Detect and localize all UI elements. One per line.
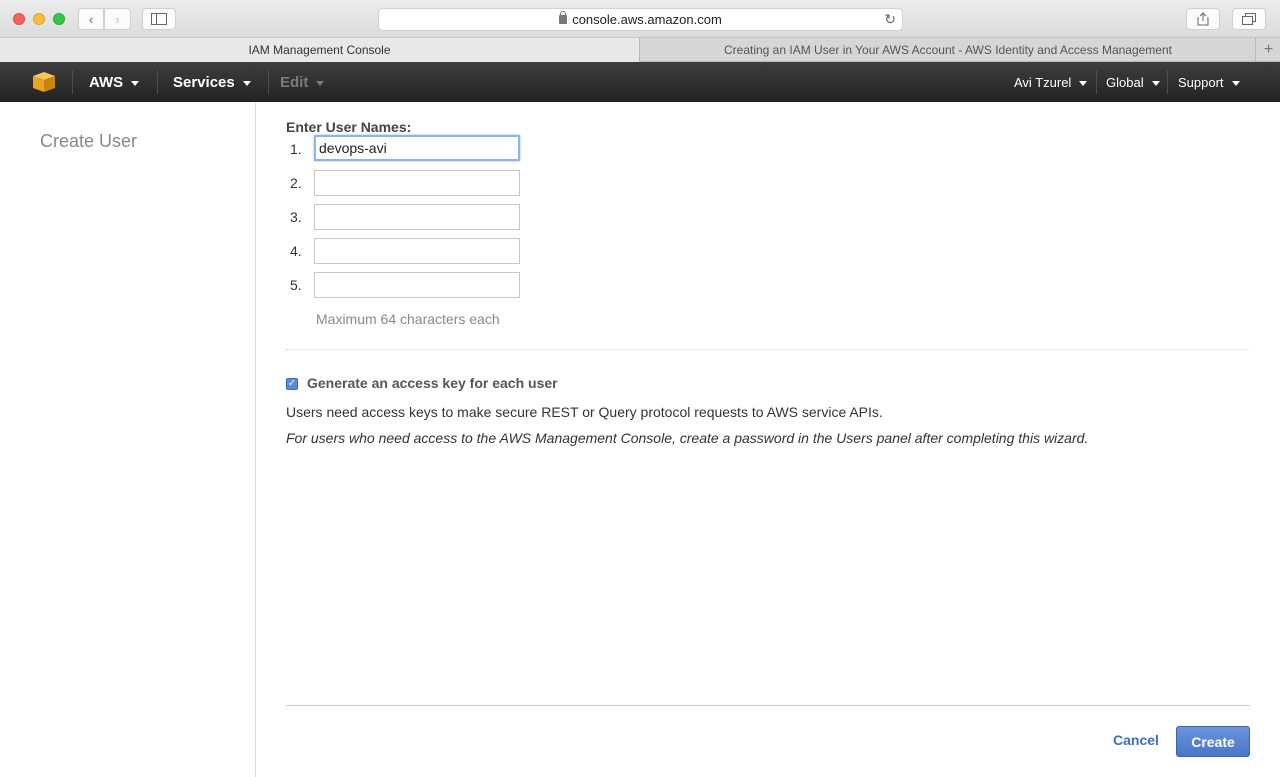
chevron-left-icon: ‹ [88,11,94,27]
cancel-button[interactable]: Cancel [1113,732,1159,748]
caret-down-icon [131,80,140,86]
console-password-note: For users who need access to the AWS Man… [286,430,1089,446]
region-menu-label: Global [1106,74,1144,90]
new-tab-button[interactable]: + [1257,38,1280,62]
browser-tab-iam[interactable]: IAM Management Console [0,38,640,62]
user-name-input-5[interactable] [314,272,520,298]
row-number: 1. [290,141,302,157]
sidebar-icon [151,13,167,25]
chevron-right-icon: › [115,11,120,27]
user-name-input-1[interactable] [314,135,520,161]
caret-down-icon [1079,80,1088,86]
page-title: Create User [40,131,138,151]
caret-down-icon [1231,80,1240,86]
wizard-sidebar: Create User [0,102,256,777]
show-tabs-button[interactable] [1232,8,1266,30]
lock-icon [559,11,568,24]
row-number: 5. [290,277,302,293]
back-button[interactable]: ‹ [78,8,104,30]
nav-divider [72,70,73,94]
services-menu[interactable]: Services [173,62,251,102]
edit-menu[interactable]: Edit [280,62,325,102]
share-button[interactable] [1186,8,1220,30]
generate-access-key-checkbox[interactable]: ✓ [286,378,298,390]
aws-menu-label: AWS [89,73,124,91]
nav-divider [1167,70,1168,94]
browser-titlebar: ‹ › console.aws.amazon.com ↻ [0,0,1280,38]
user-name-input-2[interactable] [314,170,520,196]
caret-down-icon [242,80,251,86]
tab-label: IAM Management Console [248,43,391,57]
browser-tab-docs[interactable]: Creating an IAM User in Your AWS Account… [641,38,1256,62]
checkmark-icon: ✓ [287,378,297,389]
caret-down-icon [1151,80,1160,86]
aws-cube-logo-icon[interactable] [33,72,55,92]
caret-down-icon [316,80,325,86]
window-close-button[interactable] [13,13,25,25]
user-name-input-3[interactable] [314,204,520,230]
window-maximize-button[interactable] [53,13,65,25]
browser-tabbar: IAM Management Console Creating an IAM U… [0,38,1280,62]
aws-menu[interactable]: AWS [89,62,140,102]
reload-icon[interactable]: ↻ [884,11,896,28]
account-menu[interactable]: Avi Tzurel [1014,62,1088,102]
row-number: 2. [290,175,302,191]
url-text: console.aws.amazon.com [572,12,722,27]
plus-icon: + [1263,41,1274,58]
tabs-icon [1242,13,1256,25]
window-minimize-button[interactable] [33,13,45,25]
aws-top-nav: AWS Services Edit Avi Tzurel Global Supp… [0,62,1280,102]
user-names-label: Enter User Names: [286,119,412,135]
user-name-input-4[interactable] [314,238,520,264]
max-length-hint: Maximum 64 characters each [316,311,500,327]
generate-access-key-label[interactable]: Generate an access key for each user [307,375,558,391]
forward-button[interactable]: › [104,8,131,30]
row-number: 3. [290,209,302,225]
row-number: 4. [290,243,302,259]
sidebar-toggle-button[interactable] [142,8,176,30]
footer-divider [286,705,1250,706]
address-bar[interactable]: console.aws.amazon.com ↻ [378,8,903,31]
edit-menu-label: Edit [280,73,309,91]
support-menu-label: Support [1178,74,1224,90]
section-divider [286,349,1250,350]
support-menu[interactable]: Support [1178,62,1240,102]
nav-divider [268,70,269,94]
account-menu-label: Avi Tzurel [1014,74,1072,90]
create-button[interactable]: Create [1176,726,1250,757]
access-key-description: Users need access keys to make secure RE… [286,404,883,420]
services-menu-label: Services [173,73,235,91]
share-icon [1197,12,1209,26]
nav-divider [157,70,158,94]
nav-divider [1096,70,1097,94]
region-menu[interactable]: Global [1106,62,1160,102]
tab-label: Creating an IAM User in Your AWS Account… [723,43,1172,57]
